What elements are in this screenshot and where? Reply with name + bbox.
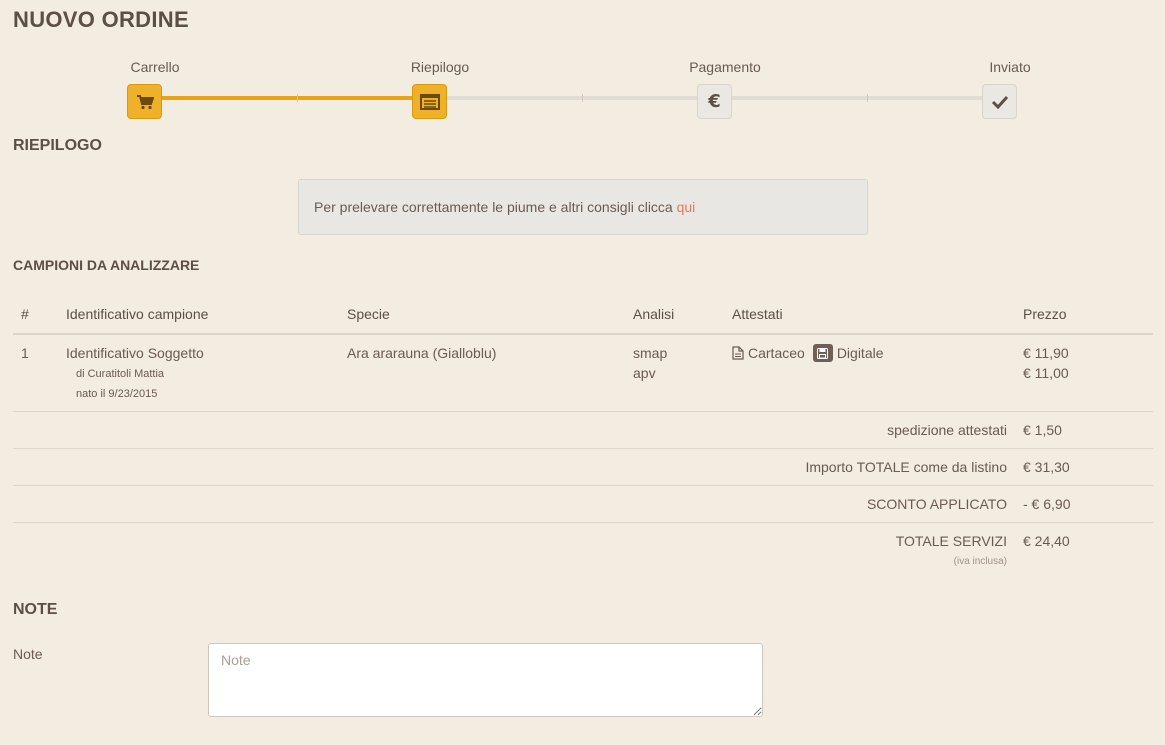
row-identificativo: Identificativo Soggetto	[66, 345, 204, 361]
check-icon	[991, 95, 1008, 109]
iva-note: (iva inclusa)	[953, 556, 1007, 567]
attestato-digitale: Digitale	[836, 345, 884, 361]
list-icon	[419, 93, 440, 110]
row-owner: di Curatitoli Mattia	[76, 368, 165, 380]
total-value-importo: € 31,30	[1023, 459, 1070, 475]
progress-tick	[867, 94, 868, 102]
step-carrello[interactable]	[127, 84, 162, 119]
step-label-carrello: Carrello	[130, 59, 180, 75]
row-attestati: Cartaceo Digitale	[732, 343, 884, 363]
note-textarea[interactable]	[208, 643, 763, 717]
order-stepper: Carrello Riepilogo Pagamento Inviato €	[0, 0, 1165, 125]
step-riepilogo[interactable]	[412, 84, 447, 119]
section-title-riepilogo: RIEPILOGO	[13, 137, 102, 154]
total-value-spedizione: € 1,50	[1023, 422, 1062, 438]
row-prezzo-1: € 11,90	[1023, 345, 1069, 361]
row-divider	[13, 448, 1153, 449]
info-box: Per prelevare correttamente le piume e a…	[298, 179, 868, 235]
total-label-servizi: TOTALE SERVIZI	[895, 533, 1007, 549]
document-icon	[732, 346, 744, 360]
column-header-num: #	[21, 306, 29, 322]
step-label-riepilogo: Riepilogo	[410, 59, 470, 75]
step-label-pagamento: Pagamento	[689, 59, 761, 75]
total-label-spedizione: spedizione attestati	[887, 422, 1007, 438]
step-inviato[interactable]	[982, 84, 1017, 119]
row-divider	[13, 522, 1153, 523]
note-label: Note	[13, 646, 43, 662]
row-specie: Ara ararauna (Gialloblu)	[347, 345, 497, 361]
row-num: 1	[21, 345, 29, 361]
column-header-specie: Specie	[347, 306, 390, 322]
progress-track-completed	[158, 96, 430, 100]
info-text: Per prelevare correttamente le piume e a…	[314, 199, 677, 215]
total-value-servizi: € 24,40	[1023, 533, 1070, 549]
section-title-note: NOTE	[13, 601, 58, 618]
floppy-icon	[812, 344, 833, 362]
row-divider	[13, 411, 1153, 412]
progress-tick	[582, 94, 583, 102]
total-value-sconto: - € 6,90	[1023, 496, 1071, 512]
column-header-attestati: Attestati	[732, 306, 783, 322]
step-label-inviato: Inviato	[989, 59, 1031, 75]
row-analisi-2: apv	[633, 365, 656, 381]
cart-icon	[136, 94, 154, 109]
info-link[interactable]: qui	[677, 199, 696, 215]
table-header-divider	[13, 333, 1153, 335]
row-born: nato il 9/23/2015	[76, 388, 158, 400]
row-analisi-1: smap	[633, 345, 668, 361]
section-title-campioni: CAMPIONI DA ANALIZZARE	[13, 257, 200, 273]
step-pagamento[interactable]: €	[697, 84, 732, 119]
attestato-cartaceo: Cartaceo	[748, 345, 805, 361]
total-label-sconto: SCONTO APPLICATO	[866, 496, 1007, 512]
euro-icon: €	[708, 91, 721, 112]
row-prezzo-2: € 11,00	[1023, 365, 1069, 381]
column-header-identificativo: Identificativo campione	[66, 306, 209, 322]
column-header-analisi: Analisi	[633, 306, 675, 322]
row-divider	[13, 485, 1153, 486]
total-label-importo: Importo TOTALE come da listino	[805, 459, 1007, 475]
column-header-prezzo: Prezzo	[1023, 306, 1067, 322]
progress-tick	[297, 94, 298, 102]
